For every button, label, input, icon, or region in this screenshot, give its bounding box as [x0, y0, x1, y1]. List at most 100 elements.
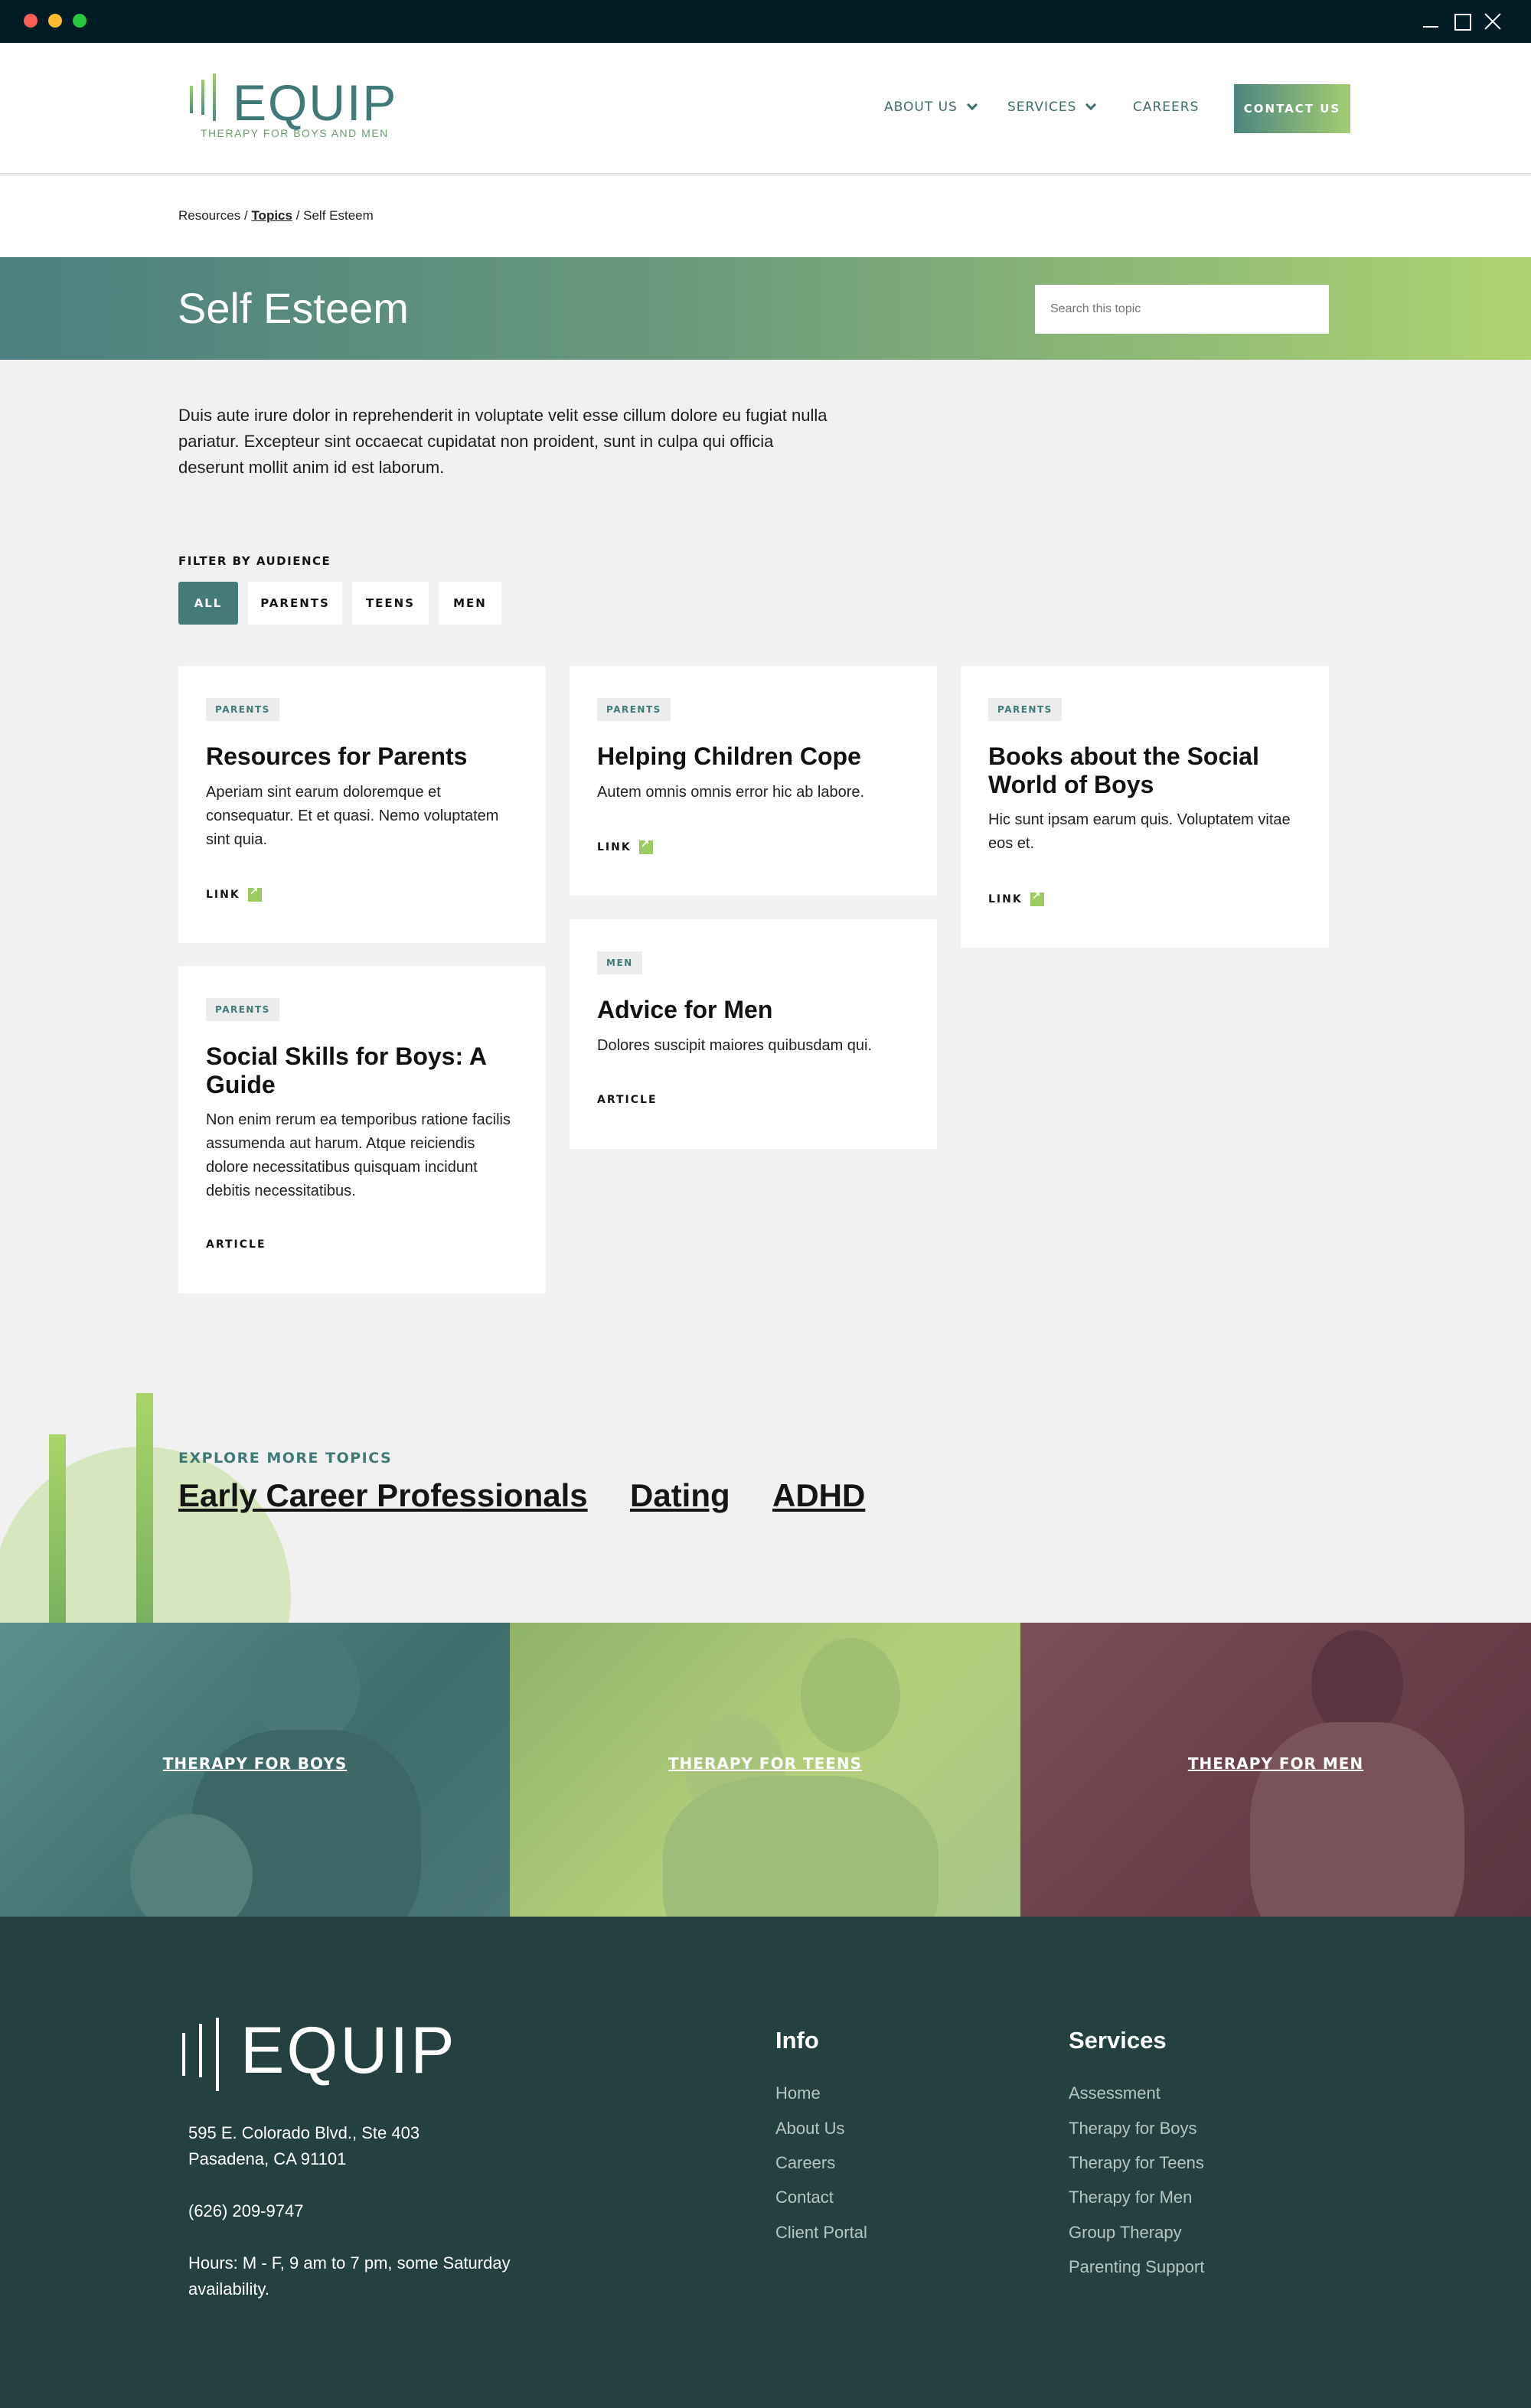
minimize-window-dot-icon[interactable]: [48, 14, 62, 28]
resource-card[interactable]: PARENTS Helping Children Cope Autem omni…: [570, 666, 937, 896]
explore-topic-link[interactable]: ADHD: [772, 1477, 865, 1514]
footer-hours: Hours: M - F, 9 am to 7 pm, some Saturda…: [188, 2253, 511, 2299]
maximize-window-dot-icon[interactable]: [73, 14, 87, 28]
footer-logo-wordmark: EQUIP: [240, 2014, 457, 2087]
breadcrumb-separator: /: [240, 208, 252, 223]
card-description: Autem omnis omnis error hic ab labore.: [597, 784, 865, 801]
footer-link-home[interactable]: Home: [775, 2083, 821, 2103]
page-title: Self Esteem: [178, 284, 409, 332]
card-description: Hic sunt ipsam earum quis. Voluptatem vi…: [988, 811, 1291, 852]
logo-wordmark: EQUIP: [233, 74, 398, 131]
card-link[interactable]: LINK: [597, 838, 653, 854]
filter-chip-teens[interactable]: TEENS: [352, 582, 429, 625]
filter-chip-parents[interactable]: PARENTS: [248, 582, 342, 625]
card-description: Aperiam sint earum doloremque et consequ…: [206, 784, 499, 848]
card-link-label: LINK: [597, 841, 632, 853]
card-link-label: LINK: [988, 893, 1023, 905]
photo-man-head: [1311, 1630, 1403, 1737]
nav-careers[interactable]: CAREERS: [1133, 100, 1199, 115]
contact-us-button[interactable]: CONTACT US: [1234, 84, 1350, 133]
footer-phone[interactable]: (626) 209-9747: [188, 2198, 303, 2224]
therapy-panel-teens[interactable]: THERAPY FOR TEENS: [510, 1623, 1020, 1917]
card-link[interactable]: LINK: [988, 890, 1044, 906]
footer-info-heading: Info: [775, 2027, 819, 2054]
footer-services-heading: Services: [1069, 2027, 1167, 2054]
therapy-panel-boys[interactable]: THERAPY FOR BOYS: [0, 1623, 510, 1917]
card-description: Non enim rerum ea temporibus ratione fac…: [206, 1111, 511, 1199]
close-icon[interactable]: [1482, 11, 1503, 32]
external-link-icon: [247, 886, 262, 902]
equip-logo[interactable]: EQUIP THERAPY FOR BOYS AND MEN: [188, 73, 398, 142]
footer-link-parenting-support[interactable]: Parenting Support: [1069, 2257, 1204, 2277]
topic-intro: Duis aute irure dolor in reprehenderit i…: [178, 406, 828, 477]
card-link[interactable]: ARTICLE: [206, 1238, 266, 1251]
explore-topic-link[interactable]: Early Career Professionals: [178, 1477, 588, 1514]
filter-chip-men[interactable]: MEN: [439, 582, 501, 625]
card-title[interactable]: Helping Children Cope: [597, 742, 911, 771]
footer-link-therapy-boys[interactable]: Therapy for Boys: [1069, 2119, 1197, 2139]
breadcrumb-separator: /: [292, 208, 304, 223]
filter-chip-all[interactable]: ALL: [178, 582, 238, 625]
site-header: EQUIP THERAPY FOR BOYS AND MEN ABOUT US …: [0, 43, 1531, 175]
chevron-down-icon: [1085, 99, 1097, 111]
logo-tagline: THERAPY FOR BOYS AND MEN: [201, 127, 389, 139]
therapy-panel-label[interactable]: THERAPY FOR BOYS: [0, 1754, 510, 1773]
chevron-down-icon: [966, 99, 978, 111]
resource-card[interactable]: MEN Advice for Men Dolores suscipit maio…: [570, 919, 937, 1149]
explore-topic-link[interactable]: Dating: [630, 1477, 730, 1514]
photo-teens-bodies: [663, 1776, 939, 1917]
topic-hero: Self Esteem: [0, 257, 1531, 360]
nav-about-us[interactable]: ABOUT US: [884, 99, 978, 115]
footer-address-line: Pasadena, CA 91101: [188, 2149, 347, 2168]
site-footer: EQUIP 595 E. Colorado Blvd., Ste 403 Pas…: [0, 1917, 1531, 2408]
resource-card[interactable]: PARENTS Resources for Parents Aperiam si…: [178, 666, 546, 943]
card-description: Dolores suscipit maiores quibusdam qui.: [597, 1037, 873, 1054]
decorative-bar: [49, 1434, 66, 1623]
therapy-panel-men[interactable]: THERAPY FOR MEN: [1020, 1623, 1531, 1917]
footer-link-about-us[interactable]: About Us: [775, 2119, 845, 2139]
photo-boy-head: [253, 1630, 360, 1745]
close-window-dot-icon[interactable]: [24, 14, 38, 28]
nav-about-us-label: ABOUT US: [884, 100, 958, 115]
nav-services-label: SERVICES: [1007, 100, 1077, 115]
breadcrumb-topics[interactable]: Topics: [251, 208, 292, 223]
footer-link-assessment[interactable]: Assessment: [1069, 2083, 1160, 2103]
breadcrumb-resources[interactable]: Resources: [178, 208, 240, 223]
footer-logo[interactable]: EQUIP: [182, 2014, 473, 2091]
card-link-label: ARTICLE: [206, 1238, 266, 1251]
decorative-bar: [136, 1393, 153, 1623]
breadcrumb-bar: Resources / Topics / Self Esteem: [0, 176, 1531, 257]
maximize-icon[interactable]: [1451, 11, 1473, 32]
card-link[interactable]: ARTICLE: [597, 1094, 658, 1106]
resource-card[interactable]: PARENTS Books about the Social World of …: [961, 666, 1329, 948]
resource-card[interactable]: PARENTS Social Skills for Boys: A Guide …: [178, 966, 546, 1294]
card-title[interactable]: Books about the Social World of Boys: [988, 742, 1302, 799]
nav-services[interactable]: SERVICES: [1007, 99, 1097, 115]
card-title[interactable]: Advice for Men: [597, 996, 911, 1024]
card-link-label: ARTICLE: [597, 1094, 658, 1106]
audience-tag: MEN: [597, 951, 642, 974]
minimize-icon[interactable]: [1420, 11, 1441, 32]
audience-tag: PARENTS: [206, 998, 279, 1021]
card-link-label: LINK: [206, 889, 240, 901]
filter-label: FILTER BY AUDIENCE: [178, 554, 331, 568]
external-link-icon: [1030, 890, 1044, 906]
audience-tag: PARENTS: [597, 698, 671, 721]
footer-link-therapy-teens[interactable]: Therapy for Teens: [1069, 2153, 1204, 2173]
card-title[interactable]: Resources for Parents: [206, 742, 520, 771]
footer-link-careers[interactable]: Careers: [775, 2153, 835, 2173]
breadcrumb-current: Self Esteem: [303, 208, 374, 223]
card-title[interactable]: Social Skills for Boys: A Guide: [206, 1042, 520, 1099]
topic-search-input[interactable]: [1035, 285, 1329, 334]
explore-label: EXPLORE MORE TOPICS: [178, 1450, 393, 1467]
card-link[interactable]: LINK: [206, 886, 262, 902]
external-link-icon: [638, 838, 653, 854]
footer-link-group-therapy[interactable]: Group Therapy: [1069, 2223, 1182, 2243]
footer-link-contact[interactable]: Contact: [775, 2188, 834, 2207]
footer-link-client-portal[interactable]: Client Portal: [775, 2223, 867, 2243]
therapy-panel-label[interactable]: THERAPY FOR TEENS: [510, 1754, 1020, 1773]
audience-tag: PARENTS: [206, 698, 279, 721]
footer-link-therapy-men[interactable]: Therapy for Men: [1069, 2188, 1192, 2207]
therapy-panel-label[interactable]: THERAPY FOR MEN: [1020, 1754, 1531, 1773]
nav-careers-label: CAREERS: [1133, 100, 1200, 115]
